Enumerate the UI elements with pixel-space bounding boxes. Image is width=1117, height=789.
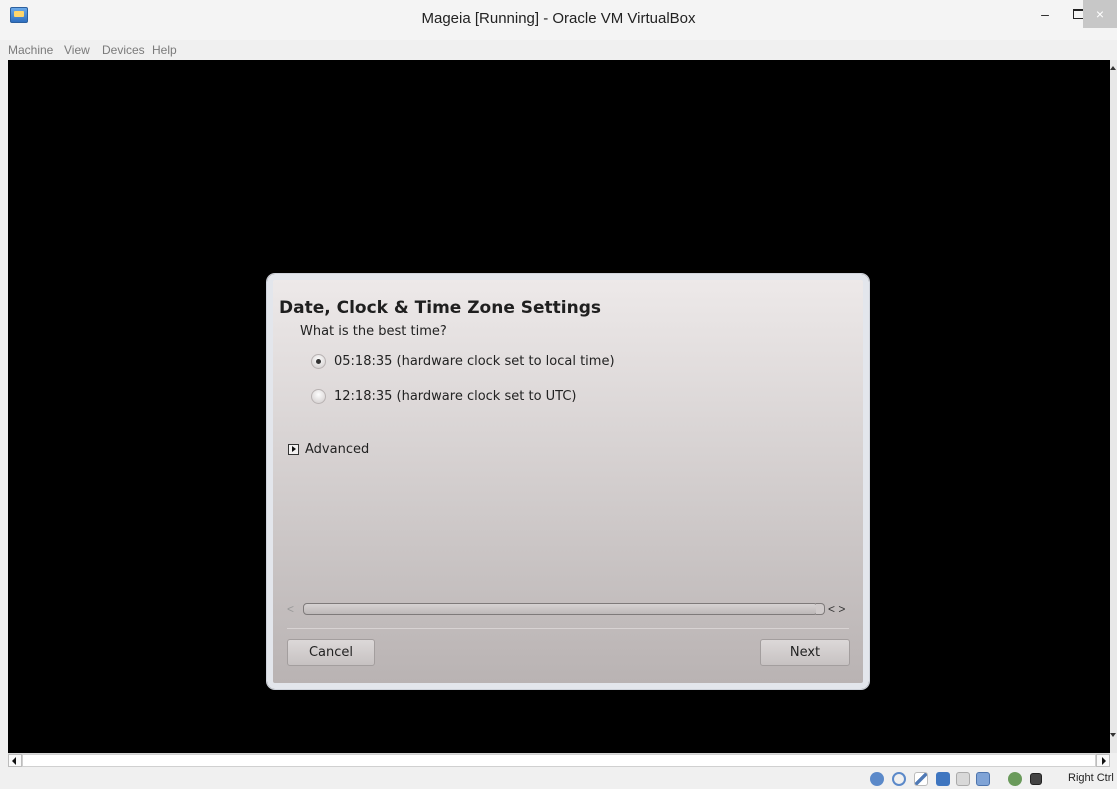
progress-bar-end bbox=[816, 603, 825, 615]
progress-area: < < > bbox=[287, 602, 849, 618]
menu-view[interactable]: View bbox=[64, 43, 90, 57]
network-icon[interactable] bbox=[936, 772, 950, 786]
optical-drive-icon[interactable] bbox=[892, 772, 906, 786]
scroll-arrows-icon[interactable]: < > bbox=[828, 602, 845, 616]
menu-devices[interactable]: Devices bbox=[102, 43, 145, 57]
expand-arrow-icon bbox=[288, 444, 299, 455]
close-button[interactable]: × bbox=[1083, 0, 1117, 28]
window-title: Mageia [Running] - Oracle VM VirtualBox bbox=[421, 10, 696, 27]
scroll-up-icon[interactable] bbox=[1110, 66, 1116, 70]
horizontal-scrollbar[interactable] bbox=[8, 753, 1110, 767]
dialog-question: What is the best time? bbox=[300, 324, 447, 339]
scroll-down-icon[interactable] bbox=[1110, 733, 1116, 737]
minimize-icon: – bbox=[1041, 6, 1049, 22]
host-key-label: Right Ctrl bbox=[1068, 772, 1114, 784]
window-titlebar: Mageia [Running] - Oracle VM VirtualBox … bbox=[0, 0, 1117, 40]
separator bbox=[287, 628, 849, 629]
scroll-right-button[interactable] bbox=[1096, 754, 1110, 767]
option-local-time[interactable]: 05:18:35 (hardware clock set to local ti… bbox=[311, 351, 615, 371]
status-bar: Right Ctrl bbox=[0, 767, 1117, 789]
advanced-expander[interactable]: Advanced bbox=[288, 442, 369, 457]
scroll-left-button[interactable] bbox=[8, 754, 22, 767]
option-utc[interactable]: 12:18:35 (hardware clock set to UTC) bbox=[311, 386, 577, 406]
date-clock-dialog: Date, Clock & Time Zone Settings What is… bbox=[267, 274, 869, 689]
next-button[interactable]: Next bbox=[760, 639, 850, 666]
menu-machine[interactable]: Machine bbox=[8, 43, 53, 57]
minimize-button[interactable]: – bbox=[1027, 0, 1063, 28]
progress-bar bbox=[303, 603, 818, 615]
maximize-icon bbox=[1072, 9, 1084, 19]
option-label: 12:18:35 (hardware clock set to UTC) bbox=[334, 388, 577, 404]
cancel-button[interactable]: Cancel bbox=[287, 639, 375, 666]
scroll-left-icon[interactable]: < bbox=[287, 602, 294, 616]
shared-folders-icon[interactable] bbox=[956, 772, 970, 786]
radio-button-checked[interactable] bbox=[311, 353, 326, 369]
usb-icon[interactable] bbox=[914, 772, 928, 786]
hard-disk-icon[interactable] bbox=[870, 772, 884, 786]
menu-bar: Machine View Devices Help bbox=[0, 40, 1117, 60]
advanced-label: Advanced bbox=[305, 442, 370, 457]
option-label: 05:18:35 (hardware clock set to local ti… bbox=[334, 353, 615, 369]
scroll-track[interactable] bbox=[22, 754, 1096, 767]
close-icon: × bbox=[1095, 6, 1105, 22]
radio-button[interactable] bbox=[311, 388, 326, 404]
display-icon[interactable] bbox=[976, 772, 990, 786]
capture-icon[interactable] bbox=[1008, 772, 1022, 786]
vertical-scrollbar[interactable] bbox=[1110, 60, 1117, 753]
menu-help[interactable]: Help bbox=[152, 43, 177, 57]
dialog-title: Date, Clock & Time Zone Settings bbox=[279, 298, 602, 318]
mouse-integration-icon[interactable] bbox=[1030, 773, 1042, 785]
